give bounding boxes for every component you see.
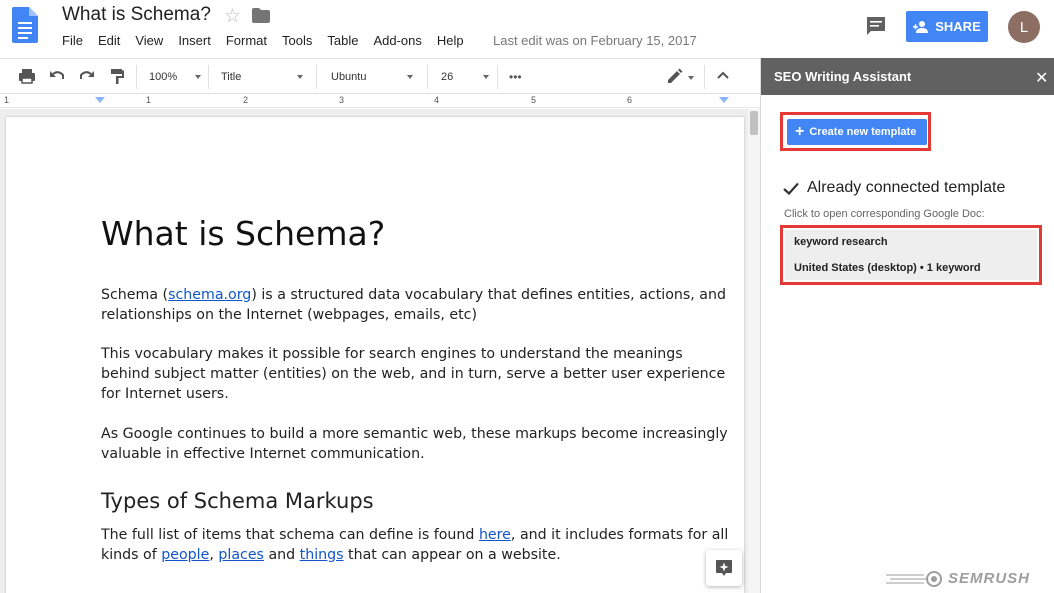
things-link[interactable]: things	[300, 547, 344, 563]
menu-edit[interactable]: Edit	[98, 33, 120, 48]
template-name: keyword research	[794, 236, 888, 248]
ruler-number: 1	[4, 95, 10, 105]
zoom-value: 100%	[149, 71, 178, 83]
checkmark-icon	[783, 182, 799, 195]
plus-icon: +	[795, 123, 805, 140]
folder-icon[interactable]	[252, 8, 270, 23]
scrollbar-thumb[interactable]	[750, 111, 758, 135]
paragraph[interactable]: This vocabulary makes it possible for se…	[101, 344, 731, 404]
connected-label: Already connected template	[807, 179, 1006, 196]
menu-file[interactable]: File	[62, 33, 83, 48]
toolbar-divider	[136, 65, 137, 89]
document-heading[interactable]: What is Schema?	[101, 214, 385, 253]
toolbar-divider	[208, 65, 209, 89]
create-template-button[interactable]: + Create new template	[787, 119, 927, 145]
toolbar-divider	[704, 65, 705, 89]
font-value: Ubuntu	[331, 71, 367, 83]
ruler-number: 6	[627, 95, 633, 105]
ruler-number: 2	[243, 95, 249, 105]
ruler-number: 3	[339, 95, 345, 105]
connected-template-heading: Already connected template	[783, 179, 1005, 197]
document-title[interactable]: What is Schema?	[62, 4, 211, 26]
document-canvas[interactable]: What is Schema? Schema (schema.org) is a…	[0, 109, 760, 593]
seo-writing-assistant-panel: SEO Writing Assistant ✕ + Create new tem…	[760, 58, 1054, 593]
comments-icon[interactable]	[865, 15, 887, 37]
chevron-down-icon	[483, 75, 489, 79]
explore-button[interactable]	[706, 550, 742, 586]
paragraph-text: Schema (	[101, 287, 169, 303]
places-link[interactable]: places	[218, 547, 264, 563]
menu-insert[interactable]: Insert	[178, 33, 211, 48]
add-person-icon	[913, 20, 929, 33]
indent-marker-icon[interactable]	[95, 97, 105, 103]
last-edit-status[interactable]: Last edit was on February 15, 2017	[493, 33, 697, 48]
toolbar: 100% Title Ubuntu 26 •••	[0, 58, 760, 94]
right-indent-marker-icon[interactable]	[719, 97, 729, 103]
menu-table[interactable]: Table	[327, 33, 358, 48]
people-link[interactable]: people	[161, 547, 209, 563]
document-page[interactable]: What is Schema? Schema (schema.org) is a…	[6, 117, 744, 593]
star-icon[interactable]: ☆	[224, 5, 241, 28]
chevron-down-icon	[195, 75, 201, 79]
here-link[interactable]: here	[479, 527, 511, 543]
paragraph-text: The full list of items that schema can d…	[101, 527, 479, 543]
semrush-logo-icon	[886, 570, 942, 587]
avatar[interactable]: L	[1008, 11, 1040, 43]
docs-logo-icon[interactable]	[12, 7, 38, 43]
panel-title: SEO Writing Assistant	[774, 69, 912, 84]
paint-format-icon[interactable]	[108, 67, 126, 85]
style-value: Title	[221, 71, 242, 83]
share-label: SHARE	[935, 19, 981, 34]
paragraph[interactable]: Schema (schema.org) is a structured data…	[101, 285, 731, 325]
menu-view[interactable]: View	[135, 33, 163, 48]
scrollbar[interactable]	[748, 109, 760, 593]
template-meta: United States (desktop) • 1 keyword	[794, 262, 981, 274]
explore-icon	[716, 560, 732, 576]
menu-tools[interactable]: Tools	[282, 33, 312, 48]
paragraph-text: that can appear on a website.	[343, 547, 561, 563]
chevron-up-icon[interactable]	[714, 67, 732, 85]
font-select[interactable]: Ubuntu	[331, 67, 413, 87]
menu-format[interactable]: Format	[226, 33, 267, 48]
chevron-down-icon[interactable]	[688, 76, 694, 80]
ruler-number: 1	[146, 95, 152, 105]
semrush-logo: SEMRUSH	[886, 570, 1030, 587]
paragraph[interactable]: The full list of items that schema can d…	[101, 525, 731, 565]
font-size-select[interactable]: 26	[441, 67, 489, 87]
schema-org-link[interactable]: schema.org	[168, 287, 251, 303]
chevron-down-icon	[297, 75, 303, 79]
semrush-wordmark: SEMRUSH	[948, 570, 1031, 587]
pencil-icon[interactable]	[666, 67, 684, 85]
ruler-number: 4	[434, 95, 440, 105]
template-card[interactable]: keyword research United States (desktop)…	[785, 230, 1037, 280]
create-template-label: Create new template	[809, 126, 917, 138]
ruler-number: 5	[531, 95, 537, 105]
undo-icon[interactable]	[48, 67, 66, 85]
menu-addons[interactable]: Add-ons	[373, 33, 421, 48]
document-subheading[interactable]: Types of Schema Markups	[101, 489, 374, 513]
toolbar-divider	[316, 65, 317, 89]
ruler[interactable]: 1 1 2 3 4 5 6	[0, 94, 760, 108]
panel-header: SEO Writing Assistant ✕	[761, 58, 1054, 95]
style-select[interactable]: Title	[221, 67, 303, 87]
click-hint: Click to open corresponding Google Doc:	[784, 208, 985, 220]
share-button[interactable]: SHARE	[906, 11, 988, 42]
redo-icon[interactable]	[78, 67, 96, 85]
font-size-value: 26	[441, 71, 454, 83]
google-docs-app: What is Schema? ☆ File Edit View Insert …	[0, 0, 1054, 593]
paragraph[interactable]: As Google continues to build a more sema…	[101, 424, 731, 464]
menu-bar: File Edit View Insert Format Tools Table…	[62, 33, 479, 48]
menu-help[interactable]: Help	[437, 33, 464, 48]
paragraph-text: and	[263, 547, 300, 563]
chevron-down-icon	[407, 75, 413, 79]
zoom-select[interactable]: 100%	[149, 67, 201, 87]
close-icon[interactable]: ✕	[1035, 68, 1048, 88]
more-button[interactable]: •••	[509, 67, 529, 87]
toolbar-divider	[427, 65, 428, 89]
toolbar-divider	[497, 65, 498, 89]
print-icon[interactable]	[18, 67, 36, 85]
header: What is Schema? ☆ File Edit View Insert …	[0, 0, 1054, 58]
